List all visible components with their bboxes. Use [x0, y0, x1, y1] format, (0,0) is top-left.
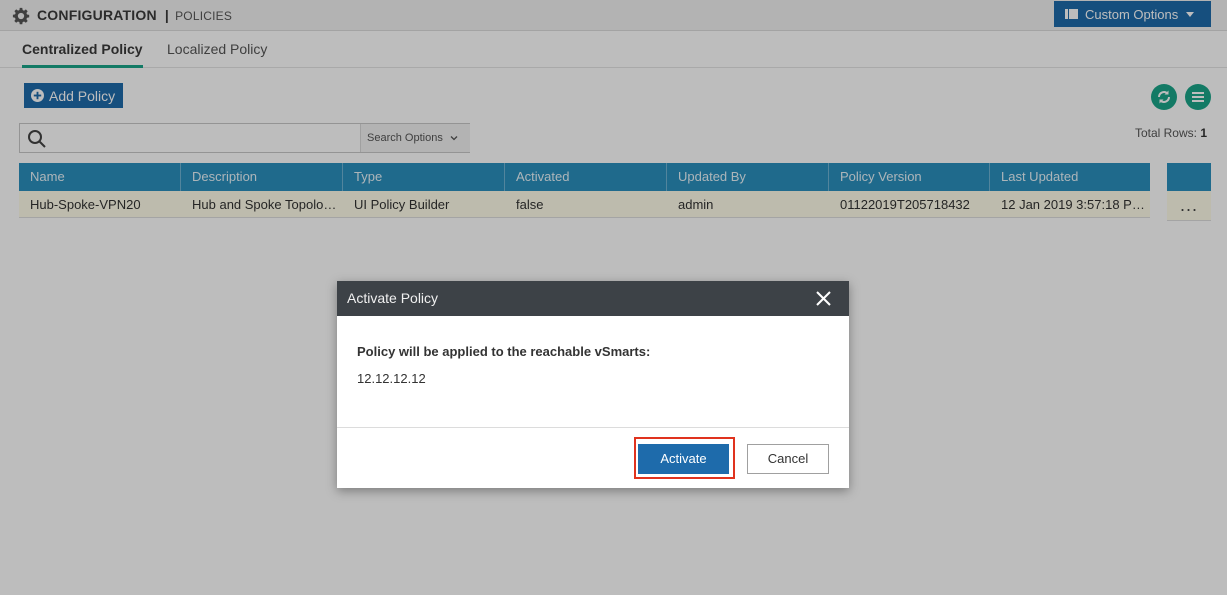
cancel-button[interactable]: Cancel: [747, 444, 829, 474]
dialog-header: Activate Policy: [337, 281, 849, 316]
vsmart-ip: 12.12.12.12: [357, 371, 426, 386]
dialog-body: Policy will be applied to the reachable …: [337, 316, 849, 428]
activate-button[interactable]: Activate: [638, 444, 729, 474]
dialog-title: Activate Policy: [347, 290, 439, 306]
close-icon[interactable]: [816, 291, 831, 306]
dialog-message: Policy will be applied to the reachable …: [357, 344, 651, 359]
activate-policy-dialog: Activate Policy Policy will be applied t…: [337, 281, 849, 488]
